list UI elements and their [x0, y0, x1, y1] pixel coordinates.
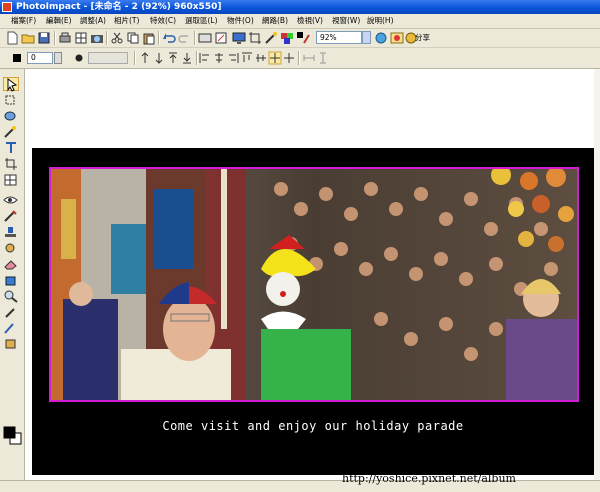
value-input[interactable]: 0: [27, 52, 53, 64]
paste-icon[interactable]: [142, 31, 156, 45]
text-tool-icon[interactable]: [3, 141, 19, 155]
menu-web[interactable]: 網路(B): [261, 15, 289, 27]
resize-icon[interactable]: [214, 31, 228, 45]
distribute-icon[interactable]: [282, 51, 296, 65]
app-icon: [2, 2, 12, 12]
color-swatch-icon[interactable]: [10, 51, 24, 65]
height-icon[interactable]: [316, 51, 330, 65]
copy-icon[interactable]: [126, 31, 140, 45]
photo-share-icon[interactable]: [390, 31, 404, 45]
zoom-combo[interactable]: 92%: [316, 31, 362, 44]
image-caption: Come visit and enjoy our holiday parade: [162, 419, 464, 433]
vertical-scrollbar[interactable]: [594, 69, 600, 480]
selection-tool-icon[interactable]: [3, 109, 19, 123]
watermark-url: http://yoshice.pixnet.net/album: [342, 472, 516, 485]
menu-edit[interactable]: 編輯(E): [45, 15, 73, 27]
color-swatch-pair[interactable]: [3, 425, 23, 447]
eraser-icon[interactable]: [3, 257, 19, 271]
grid-tool-icon[interactable]: [3, 173, 19, 187]
parade-photo[interactable]: [49, 167, 579, 402]
menu-file[interactable]: 檔案(F): [10, 15, 37, 27]
eye-tool-icon[interactable]: [3, 193, 19, 207]
grid-icon[interactable]: [74, 31, 88, 45]
redo-icon[interactable]: [178, 31, 192, 45]
eyedropper-icon[interactable]: [3, 305, 19, 319]
monitor-icon[interactable]: [232, 31, 246, 45]
undo-icon[interactable]: [162, 31, 176, 45]
opacity-field[interactable]: [88, 52, 128, 64]
menu-selection[interactable]: 選取區(L): [184, 15, 219, 27]
image-info-icon[interactable]: [198, 31, 212, 45]
paint-brush-icon[interactable]: [3, 209, 19, 223]
menu-help[interactable]: 說明(H): [366, 15, 395, 27]
menu-photo[interactable]: 相片(T): [113, 15, 140, 27]
fill-bucket-icon[interactable]: [3, 273, 19, 287]
arrow-top-icon[interactable]: [166, 51, 180, 65]
brush-preset-icon[interactable]: [296, 31, 310, 45]
save-icon[interactable]: [37, 31, 51, 45]
transform-tool-icon[interactable]: [3, 93, 19, 107]
cut-icon[interactable]: [110, 31, 124, 45]
preview-icon[interactable]: [374, 31, 388, 45]
scan-icon[interactable]: [58, 31, 72, 45]
tool-panel: [0, 69, 25, 480]
width-icon[interactable]: [302, 51, 316, 65]
chevron-down-icon[interactable]: [362, 31, 371, 44]
menu-window[interactable]: 視窗(W): [331, 15, 361, 27]
magic-wand-icon[interactable]: [3, 125, 19, 139]
open-folder-icon[interactable]: [21, 31, 35, 45]
standard-toolbar: 92% 分享: [0, 29, 600, 48]
crop-tool-icon[interactable]: [3, 157, 19, 171]
color-icon[interactable]: [280, 31, 294, 45]
move-icon[interactable]: [268, 51, 282, 65]
align-top-icon[interactable]: [240, 51, 254, 65]
share-button[interactable]: 分享: [415, 32, 430, 44]
path-tool-icon[interactable]: [3, 321, 19, 335]
menu-effects[interactable]: 特效(C): [149, 15, 177, 27]
title-bar: PhotoImpact - [未命名 - 2 (92%) 960x550]: [0, 0, 600, 14]
dot-icon[interactable]: [72, 51, 86, 65]
shape-tool-icon[interactable]: [3, 337, 19, 351]
camera-icon[interactable]: [90, 31, 104, 45]
photo-illustration: [51, 169, 577, 400]
menu-bar: 檔案(F) 編輯(E) 調整(A) 相片(T) 特效(C) 選取區(L) 物件(…: [0, 14, 600, 29]
menu-view[interactable]: 檢視(V): [296, 15, 324, 27]
menu-adjust[interactable]: 調整(A): [79, 15, 107, 27]
align-middle-icon[interactable]: [254, 51, 268, 65]
pick-tool-icon[interactable]: [3, 77, 19, 92]
align-left-icon[interactable]: [198, 51, 212, 65]
crop-icon[interactable]: [248, 31, 262, 45]
align-center-icon[interactable]: [212, 51, 226, 65]
attribute-toolbar: 0: [0, 48, 600, 69]
new-file-icon[interactable]: [5, 31, 19, 45]
arrow-down-icon[interactable]: [152, 51, 166, 65]
arrow-up-icon[interactable]: [138, 51, 152, 65]
arrow-bottom-icon[interactable]: [180, 51, 194, 65]
window-title: PhotoImpact - [未命名 - 2 (92%) 960x550]: [16, 2, 222, 12]
enhance-icon[interactable]: [264, 31, 278, 45]
value-stepper[interactable]: [54, 52, 62, 64]
align-right-icon[interactable]: [226, 51, 240, 65]
menu-object[interactable]: 物件(O): [226, 15, 255, 27]
zoom-tool-icon[interactable]: [3, 289, 19, 303]
retouch-tool-icon[interactable]: [3, 241, 19, 255]
clone-stamp-icon[interactable]: [3, 225, 19, 239]
